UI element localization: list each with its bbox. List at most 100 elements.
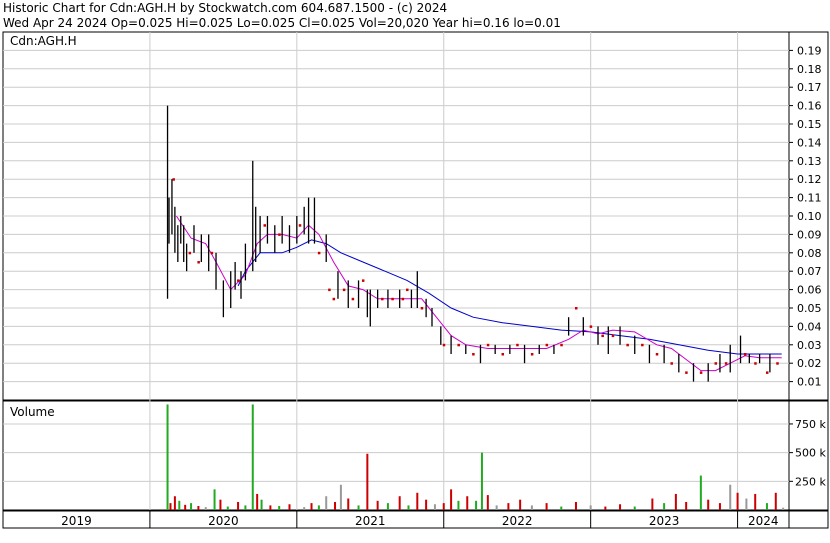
price-dot — [351, 297, 355, 301]
volume-bar — [574, 501, 577, 510]
price-dot — [714, 362, 718, 365]
price-tick-label: 0.17 — [797, 81, 822, 94]
price-dot — [530, 353, 534, 356]
price-dot — [574, 307, 578, 310]
volume-bar — [782, 507, 785, 510]
chart-header-title: Historic Chart for Cdn:AGH.H by Stockwat… — [3, 1, 448, 15]
price-tick-label: 0.05 — [797, 302, 822, 315]
price-dot — [332, 297, 336, 301]
volume-bar — [178, 500, 181, 510]
volume-bar — [457, 500, 460, 510]
x-axis-frame — [2, 510, 829, 529]
price-dot — [361, 279, 365, 282]
volume-bar — [251, 404, 254, 510]
volume-bar — [237, 501, 240, 510]
volume-bar — [166, 404, 169, 510]
volume-bar — [433, 504, 436, 510]
volume-bar — [507, 503, 510, 510]
volume-bar — [530, 505, 533, 510]
volume-bar — [486, 495, 489, 510]
volume-bar — [416, 492, 419, 510]
price-dot — [237, 279, 240, 282]
price-dot — [420, 307, 424, 310]
volume-bar — [560, 506, 563, 510]
x-tick-label: 2020 — [208, 514, 239, 528]
price-dot — [391, 297, 394, 301]
price-dot — [472, 353, 475, 356]
volume-bar — [398, 496, 401, 510]
price-tick-label: 0.06 — [797, 284, 822, 297]
volume-bar — [545, 503, 548, 510]
price-dot — [263, 224, 267, 227]
chart-header-quote: Wed Apr 24 2024 Op=0.025 Hi=0.025 Lo=0.0… — [3, 16, 561, 30]
volume-bar — [699, 475, 702, 510]
price-tick-label: 0.18 — [797, 63, 822, 76]
price-dot — [501, 353, 505, 356]
price-dot — [611, 334, 615, 338]
price-dot — [641, 343, 644, 347]
volume-bar — [197, 505, 200, 510]
volume-tick-label: 250 k — [795, 475, 826, 488]
price-tick-label: 0.13 — [797, 155, 822, 168]
price-dot — [188, 251, 192, 255]
price-dot — [486, 343, 490, 347]
chart-stage: 0.01 0.02 0.03 0.04 0.05 0.06 0.07 0.08 0.09 0.10… — [0, 0, 830, 543]
volume-bar — [663, 503, 666, 510]
price-tick-label: 0.16 — [797, 100, 822, 113]
volume-bar — [466, 496, 469, 510]
volume-bar — [204, 507, 207, 510]
price-dot — [406, 288, 409, 292]
volume-bar — [729, 484, 732, 510]
volume-bar — [745, 498, 748, 510]
volume-bar — [589, 505, 592, 510]
price-panel-label: Cdn:AGH.H — [10, 34, 77, 48]
volume-bar — [278, 505, 281, 510]
volume-bar — [226, 506, 229, 510]
price-dot — [754, 362, 757, 365]
price-dot — [381, 297, 384, 301]
price-dot — [765, 371, 769, 374]
price-tick-label: 0.12 — [797, 173, 822, 186]
volume-bar — [190, 503, 193, 510]
price-tick-label: 0.15 — [797, 118, 822, 131]
price-dot — [626, 343, 629, 347]
volume-bar — [213, 489, 216, 510]
volume-bar — [325, 496, 328, 510]
price-dot — [560, 343, 563, 347]
volume-bar — [303, 507, 306, 510]
price-dot — [342, 288, 346, 292]
price-dot — [328, 288, 331, 292]
volume-bar — [357, 505, 360, 510]
price-dot — [172, 178, 175, 181]
volume-bar — [347, 498, 350, 510]
volume-bar — [288, 504, 291, 510]
price-dot — [724, 362, 728, 365]
volume-bar — [317, 505, 320, 510]
volume-bar — [173, 496, 176, 510]
x-tick-label: 2019 — [61, 514, 92, 528]
price-dot — [670, 362, 673, 365]
chart-canvas: 0.01 0.02 0.03 0.04 0.05 0.06 0.07 0.08 0.09 0.10… — [2, 31, 829, 529]
x-tick-label: 2022 — [502, 514, 533, 528]
price-dot — [589, 325, 593, 328]
volume-bar — [475, 500, 478, 510]
price-dot — [743, 353, 747, 356]
volume-bar — [366, 453, 369, 510]
price-dot — [317, 251, 321, 255]
volume-bar — [386, 503, 389, 510]
volume-bar — [310, 503, 313, 510]
volume-tick-label: 500 k — [795, 447, 826, 460]
x-tick-label: 2024 — [748, 514, 779, 528]
price-tick-label: 0.19 — [797, 44, 822, 57]
volume-bar — [674, 493, 677, 510]
volume-panel-label: Volume — [10, 405, 55, 419]
volume-bar — [651, 498, 654, 510]
volume-bar — [269, 505, 272, 510]
price-dot — [401, 297, 405, 301]
volume-bar — [184, 504, 187, 510]
price-dot — [210, 251, 214, 255]
price-dot — [278, 233, 281, 236]
volume-bar — [754, 493, 757, 510]
volume-bar — [619, 504, 622, 510]
volume-bar — [442, 503, 445, 510]
